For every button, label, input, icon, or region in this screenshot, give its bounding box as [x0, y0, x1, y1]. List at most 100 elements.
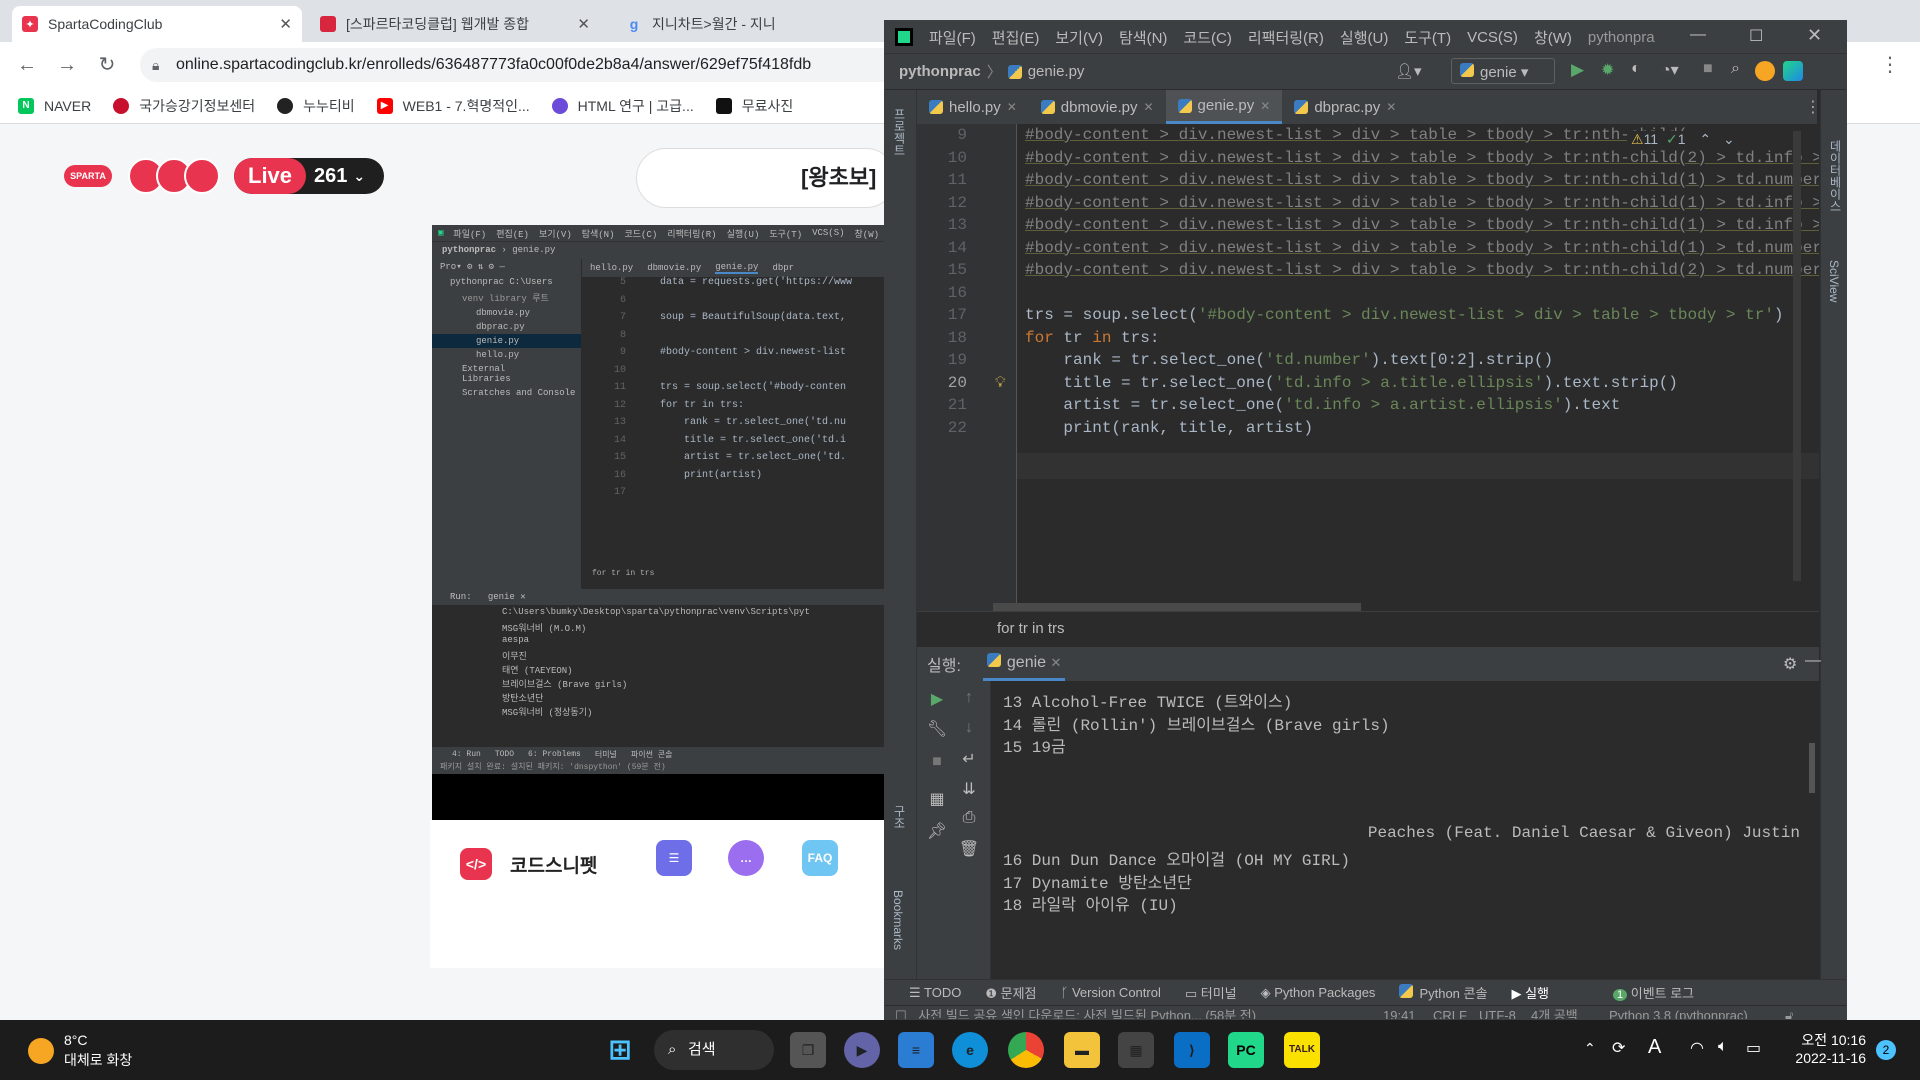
tree-item[interactable]: pythonprac C:\Users [432, 275, 581, 289]
bookmark-web1[interactable]: ▶ WEB1 - 7.혁명적인... [376, 96, 530, 116]
document-list-icon[interactable]: ☰ [656, 840, 692, 876]
code-line[interactable]: data = requests.get('https://www [660, 277, 852, 288]
ime-indicator[interactable]: A [1648, 1036, 1661, 1059]
sync-icon[interactable]: ⟳ [1612, 1038, 1625, 1058]
code-line[interactable]: trs = soup.select('#body-content > div.n… [1025, 306, 1784, 324]
rerun-icon[interactable]: ▶ [925, 689, 949, 709]
lock-icon[interactable]: 🔓︎ [1785, 1006, 1793, 1019]
browser-tab-1[interactable]: [스파르타코딩클럽] 웹개발 종합 ✕ [310, 6, 600, 42]
update-icon[interactable] [1755, 61, 1775, 81]
kakaotalk-icon[interactable]: TALK [1284, 1032, 1320, 1068]
scroll-up-icon[interactable]: ↑ [957, 689, 981, 707]
status-toggle-icon[interactable]: ☐ [895, 1008, 907, 1019]
live-badge[interactable]: Live 261 ⌄ [234, 158, 384, 194]
sciview-tool-button[interactable]: SciView [1827, 260, 1841, 302]
close-icon[interactable]: ✕ [1051, 655, 1062, 670]
structure-tool-button[interactable]: 구조 [891, 805, 908, 829]
python-packages-tab[interactable]: ◈ Python Packages [1261, 985, 1376, 1001]
browser-tab-2[interactable]: g 지니차트>월간 - 지니 [616, 6, 886, 42]
interpreter[interactable]: Python 3.8 (pythonprac) [1609, 1006, 1748, 1019]
output-scrollbar[interactable] [1809, 743, 1815, 793]
code-line[interactable]: for tr in trs: [660, 400, 744, 411]
run-tab-genie[interactable]: genie ✕ [982, 647, 1066, 681]
tree-item-selected[interactable]: genie.py [432, 334, 581, 348]
code-line[interactable]: print(artist) [660, 470, 762, 481]
status-message[interactable]: 사전 빌드 공유 색인 다운로드: 사전 빌드된 Python... (58분 … [918, 1008, 1256, 1019]
editor-tab-dbmovie[interactable]: dbmovie.py ✕ [1029, 90, 1166, 124]
faq-icon[interactable]: FAQ [802, 840, 838, 876]
back-arrow-icon[interactable]: ← [14, 52, 40, 78]
wrench-icon[interactable]: 🔧︎ [925, 719, 949, 739]
plugin-icon[interactable] [1783, 61, 1803, 81]
inspection-widget[interactable]: ⚠11 ✓1 ⌃ ⌄ [1627, 131, 1739, 148]
search-icon[interactable]: ⌕ [1731, 60, 1740, 78]
code-line[interactable]: rank = tr.select_one('td.nu [660, 417, 846, 428]
python-console-tab[interactable]: Python 콘솔 [1399, 983, 1487, 1002]
menu-run[interactable]: 실행(U) [1340, 27, 1388, 48]
editor-tab[interactable]: dbmovie.py [647, 263, 701, 273]
debug-icon[interactable]: ✹ [1601, 60, 1614, 80]
run-tab[interactable]: ▶ 실행 [1511, 983, 1549, 1002]
lightbulb-icon[interactable]: 💡︎ [995, 374, 1006, 391]
tree-item[interactable]: hello.py [432, 348, 581, 362]
code-editor[interactable]: #body-content > div.newest-list > div > … [1017, 124, 1819, 631]
close-icon[interactable]: ✕ [1260, 99, 1270, 113]
windows-start-icon[interactable]: ⊞ [602, 1032, 638, 1068]
stop-icon[interactable]: ■ [1703, 60, 1713, 78]
code-line[interactable]: soup = BeautifulSoup(data.text, [660, 312, 846, 323]
edge-icon[interactable]: e [952, 1032, 988, 1068]
tree-item[interactable]: Scratches and Console [432, 386, 581, 400]
editor-tab-genie[interactable]: genie.py ✕ [1165, 90, 1283, 124]
code-line[interactable]: artist = tr.select_one('td.info > a.arti… [1025, 396, 1620, 414]
bookmark-nunutv[interactable]: 누누티비 [277, 96, 355, 116]
maximize-icon[interactable]: ☐ [1749, 26, 1763, 46]
sparta-logo[interactable]: SPARTA [64, 165, 112, 187]
tool-tab[interactable]: 터미널 [595, 749, 617, 760]
gear-icon[interactable]: ⚙ [1783, 654, 1797, 674]
indent-setting[interactable]: 4개 공백 [1531, 1006, 1578, 1019]
project-tool-button[interactable]: 프로젝트 [891, 108, 908, 156]
code-line[interactable]: #body-content > div.newest-list [660, 347, 846, 358]
weather-sun-icon[interactable] [28, 1038, 54, 1064]
problems-tab[interactable]: ❶ 문제점 [985, 983, 1036, 1002]
code-snippet-button[interactable]: </> 코드스니펫 [430, 822, 626, 906]
todo-tab[interactable]: ☰ TODO [909, 985, 961, 1001]
close-icon[interactable]: ✕ [1007, 100, 1017, 114]
pycharm-taskbar-icon[interactable]: PC [1228, 1032, 1264, 1068]
menu-edit[interactable]: 편집(E) [992, 27, 1040, 48]
menu-code[interactable]: 코드(C) [1183, 27, 1231, 48]
caret-position[interactable]: 19:41 [1383, 1006, 1416, 1019]
bookmark-naver[interactable]: N NAVER [18, 97, 91, 114]
print-icon[interactable]: ⎙ [957, 809, 981, 827]
reload-icon[interactable]: ↻ [94, 52, 120, 78]
clock-time[interactable]: 오전 10:16 [1786, 1030, 1866, 1050]
run-tab[interactable]: genie [488, 592, 515, 602]
bookmarks-tool-button[interactable]: Bookmarks [891, 890, 905, 950]
run-icon[interactable]: ▶ [1571, 60, 1584, 80]
bookmark-photos[interactable]: 무료사진 [715, 96, 793, 116]
version-control-tab[interactable]: ᚴ Version Control [1061, 985, 1161, 1000]
code-line[interactable]: trs = soup.select('#body-conten [660, 382, 846, 393]
menu-vcs[interactable]: VCS(S) [1467, 29, 1518, 46]
minimize-icon[interactable]: — [1690, 26, 1706, 44]
close-icon[interactable]: ✕ [271, 15, 292, 33]
chevron-down-icon[interactable]: ⌄ [1723, 131, 1735, 147]
inner-code-editor[interactable]: 5 data = requests.get('https://www 6 7 soup … [582, 277, 884, 589]
menu-view[interactable]: 보기(V) [1055, 27, 1103, 48]
code-line[interactable]: #body-content > div.newest-list > div > … [1025, 261, 1819, 279]
chevron-up-icon[interactable]: ⌃ [1699, 131, 1711, 147]
wifi-icon[interactable]: ◠ [1690, 1038, 1704, 1058]
tree-item[interactable]: External Libraries [432, 362, 581, 386]
code-line[interactable]: #body-content > div.newest-list > div > … [1025, 239, 1819, 257]
stop-icon[interactable]: ■ [925, 753, 949, 771]
file-encoding[interactable]: UTF-8 [1479, 1006, 1516, 1019]
horizontal-scrollbar[interactable] [993, 603, 1361, 611]
menu-navigate[interactable]: 탐색(N) [1119, 27, 1167, 48]
editor-tab[interactable]: hello.py [590, 263, 633, 273]
code-line[interactable]: #body-content > div.newest-list > div > … [1025, 194, 1819, 212]
clock-date[interactable]: 2022-11-16 [1786, 1050, 1866, 1066]
code-line[interactable]: rank = tr.select_one('td.number').text[0… [1025, 351, 1553, 369]
weather-desc[interactable]: 대체로 화창 [64, 1050, 132, 1070]
notification-badge[interactable]: 2 [1876, 1040, 1896, 1060]
notepad-icon[interactable]: ≡ [898, 1032, 934, 1068]
